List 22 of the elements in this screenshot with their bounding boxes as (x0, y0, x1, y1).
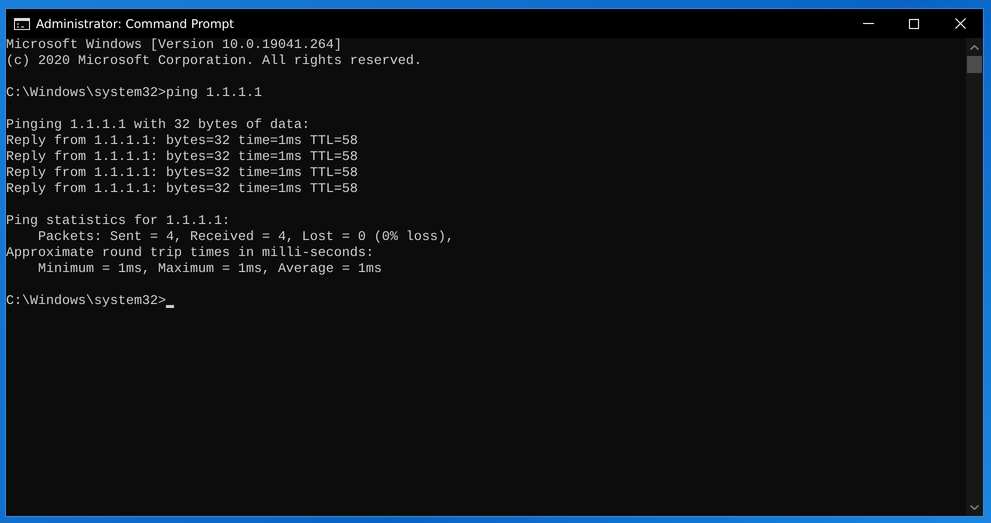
window-title: Administrator: Command Prompt (36, 16, 234, 30)
console-line: Approximate round trip times in milli-seconds: (6, 246, 374, 262)
scroll-thumb[interactable] (967, 56, 982, 73)
console-line: C:\Windows\system32>ping 1.1.1.1 (6, 86, 262, 102)
console-line: Minimum = 1ms, Maximum = 1ms, Average = 1ms (36, 262, 382, 278)
minimize-icon (862, 23, 874, 24)
console-line: (c) 2020 Microsoft Corporation. All rights reserved. (6, 54, 422, 70)
console-line: Reply from 1.1.1.1: bytes=32 time=1ms TTL=58 (6, 134, 358, 150)
console-line: Ping statistics for 1.1.1.1: (6, 214, 230, 230)
scroll-down-icon[interactable] (970, 505, 979, 510)
console-line: Pinging 1.1.1.1 with 32 bytes of data: (6, 118, 310, 134)
console-icon (14, 18, 30, 30)
command-prompt: C:\Windows\system32> (6, 294, 166, 310)
console-line: Reply from 1.1.1.1: bytes=32 time=1ms TTL=58 (6, 182, 358, 198)
maximize-icon (909, 18, 919, 28)
console-line: Reply from 1.1.1.1: bytes=32 time=1ms TTL=58 (6, 150, 358, 166)
console-line: Reply from 1.1.1.1: bytes=32 time=1ms TTL=58 (6, 166, 358, 182)
scroll-up-icon[interactable] (970, 45, 979, 50)
close-icon (954, 18, 966, 29)
scrollbar[interactable] (966, 38, 983, 516)
console-line: Microsoft Windows [Version 10.0.19041.264] (6, 38, 342, 54)
console-line: Packets: Sent = 4, Received = 4, Lost = 0 (0% loss), (36, 230, 454, 246)
